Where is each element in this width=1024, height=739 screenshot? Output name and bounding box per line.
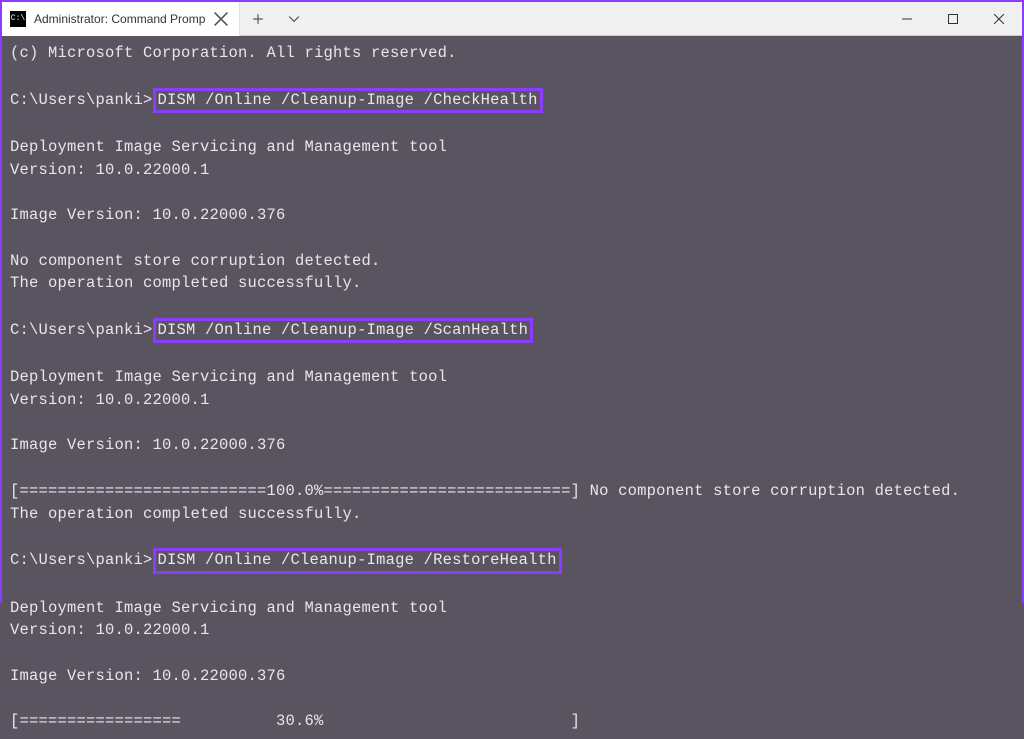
- op-success-line: The operation completed successfully.: [10, 505, 362, 523]
- cmd-restorehealth: DISM /Online /Cleanup-Image /RestoreHeal…: [153, 548, 562, 573]
- tab-cmd[interactable]: C:\ Administrator: Command Promp: [2, 2, 240, 36]
- close-button[interactable]: [976, 2, 1022, 36]
- tab-dropdown-button[interactable]: [276, 2, 312, 36]
- cmd-checkhealth: DISM /Online /Cleanup-Image /CheckHealth: [153, 88, 543, 113]
- tool-line: Deployment Image Servicing and Managemen…: [10, 599, 447, 617]
- image-version-line: Image Version: 10.0.22000.376: [10, 206, 286, 224]
- maximize-button[interactable]: [930, 2, 976, 36]
- terminal-output[interactable]: (c) Microsoft Corporation. All rights re…: [2, 36, 1022, 739]
- version-line: Version: 10.0.22000.1: [10, 621, 210, 639]
- tool-line: Deployment Image Servicing and Managemen…: [10, 138, 447, 156]
- tab-title: Administrator: Command Promp: [34, 12, 205, 26]
- tab-close-button[interactable]: [213, 11, 229, 27]
- tool-line: Deployment Image Servicing and Managemen…: [10, 368, 447, 386]
- op-success-line: The operation completed successfully.: [10, 274, 362, 292]
- window-titlebar: C:\ Administrator: Command Promp: [2, 2, 1022, 36]
- prompt: C:\Users\panki>: [10, 321, 153, 339]
- version-line: Version: 10.0.22000.1: [10, 161, 210, 179]
- copyright-line: (c) Microsoft Corporation. All rights re…: [10, 44, 457, 62]
- cmd-icon: C:\: [10, 11, 26, 27]
- progress-full-line: [==========================100.0%=======…: [10, 482, 960, 500]
- prompt: C:\Users\panki>: [10, 551, 153, 569]
- progress-partial-line: [================= 30.6% ]: [10, 712, 580, 730]
- window-controls: [884, 2, 1022, 35]
- image-version-line: Image Version: 10.0.22000.376: [10, 436, 286, 454]
- minimize-button[interactable]: [884, 2, 930, 36]
- version-line: Version: 10.0.22000.1: [10, 391, 210, 409]
- prompt: C:\Users\panki>: [10, 91, 153, 109]
- cmd-scanhealth: DISM /Online /Cleanup-Image /ScanHealth: [153, 318, 534, 343]
- tab-actions: [240, 2, 312, 35]
- image-version-line: Image Version: 10.0.22000.376: [10, 667, 286, 685]
- no-corruption-line: No component store corruption detected.: [10, 252, 381, 270]
- new-tab-button[interactable]: [240, 2, 276, 36]
